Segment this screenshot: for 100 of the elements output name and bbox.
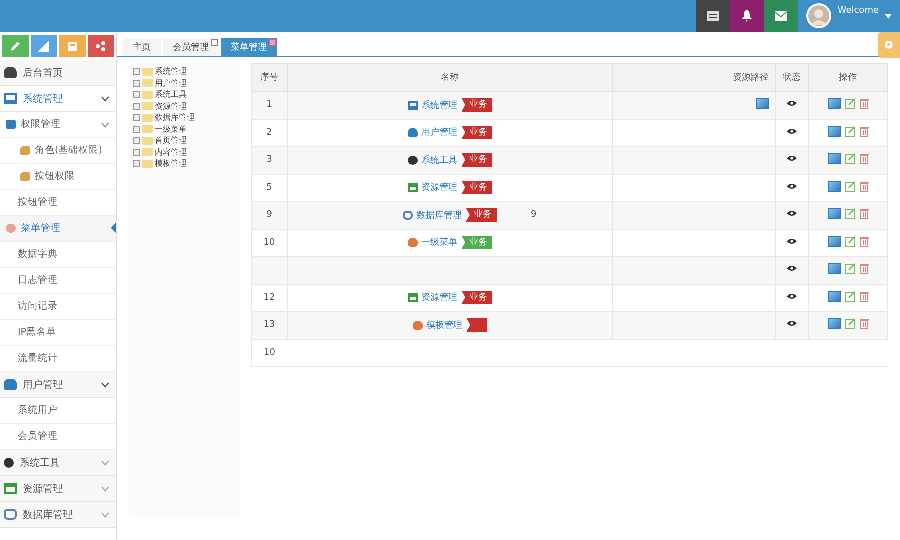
tree-node[interactable]: 首页管理 — [155, 135, 187, 146]
close-icon[interactable] — [211, 39, 218, 46]
edit-icon[interactable] — [844, 126, 856, 137]
sidebar-item[interactable]: 系统工具 — [0, 450, 116, 476]
tab[interactable]: 会员管理 — [163, 38, 219, 56]
sidebar-item[interactable]: 数据库管理 — [0, 502, 116, 528]
folder-icon — [142, 160, 153, 168]
ribbon-tag: 业务 — [462, 98, 492, 112]
edit-icon[interactable] — [844, 98, 856, 110]
card-icon — [408, 293, 418, 302]
menu-name[interactable]: 资源管理 — [422, 291, 458, 304]
chart-icon — [38, 40, 50, 52]
tree-node[interactable]: 资源管理 — [155, 100, 187, 112]
menu-name[interactable]: 模板管理 — [426, 318, 462, 332]
tree-node[interactable]: 模板管理 — [155, 158, 187, 170]
share-shortcut[interactable] — [88, 35, 114, 57]
trash-icon[interactable] — [860, 98, 868, 110]
pencil-shortcut[interactable] — [2, 35, 28, 57]
image-icon[interactable] — [828, 180, 840, 192]
trash-icon[interactable] — [860, 180, 868, 192]
bell-icon — [740, 10, 753, 22]
eye-icon[interactable] — [787, 238, 797, 245]
image-icon[interactable] — [828, 98, 840, 110]
image-icon[interactable] — [828, 290, 840, 302]
edit-icon[interactable] — [844, 208, 856, 220]
tab[interactable]: 主页 — [123, 38, 161, 56]
close-icon[interactable] — [269, 39, 276, 46]
settings-button[interactable] — [878, 32, 900, 58]
edit-icon[interactable] — [844, 263, 856, 274]
menu-name[interactable]: 资源管理 — [422, 181, 458, 194]
envelope-icon — [774, 11, 787, 21]
eye-icon[interactable] — [787, 320, 797, 328]
sidebar-item[interactable]: 用户管理 — [0, 372, 116, 398]
tree-node[interactable]: 系统工具 — [155, 89, 187, 100]
eye-icon[interactable] — [787, 128, 797, 135]
eye-icon[interactable] — [787, 155, 797, 162]
sidebar-item[interactable]: 资源管理 — [0, 476, 116, 502]
edit-icon[interactable] — [844, 153, 856, 164]
image-icon[interactable] — [828, 153, 840, 164]
eye-icon[interactable] — [787, 100, 797, 108]
tree-node[interactable]: 系统管理 — [155, 66, 187, 78]
trash-icon[interactable] — [860, 126, 868, 137]
folder-icon — [142, 114, 153, 122]
trash-icon[interactable] — [860, 208, 868, 220]
tab[interactable]: 菜单管理 — [221, 38, 277, 56]
save-shortcut[interactable] — [59, 35, 86, 57]
tree-node[interactable]: 一级菜单 — [155, 124, 187, 135]
edit-icon[interactable] — [844, 180, 856, 192]
card-icon — [408, 183, 418, 192]
list-icon — [706, 11, 719, 21]
menu-name[interactable]: 数据库管理 — [417, 208, 462, 222]
trash-icon[interactable] — [860, 236, 868, 247]
menu-name[interactable]: 用户管理 — [422, 126, 458, 139]
column-header: 状态 — [776, 64, 808, 92]
ribbon-tag: 业务 — [462, 126, 492, 140]
caret-icon — [885, 14, 892, 18]
share-icon — [95, 40, 106, 52]
eye-icon[interactable] — [787, 265, 797, 272]
table-cell: 13 — [252, 312, 288, 339]
eye-icon[interactable] — [787, 210, 797, 218]
ribbon-tag: 业务 — [462, 290, 492, 304]
image-icon[interactable] — [828, 126, 840, 137]
ribbon-tag: 业务 — [466, 208, 497, 222]
trash-icon[interactable] — [860, 263, 868, 274]
trash-icon[interactable] — [860, 318, 868, 330]
tree-node[interactable]: 内容管理 — [155, 146, 187, 158]
eye-icon[interactable] — [787, 292, 797, 300]
folder-icon — [142, 79, 153, 88]
tree-node[interactable]: 用户管理 — [155, 78, 187, 89]
messages-button[interactable] — [696, 0, 730, 32]
image-icon[interactable] — [828, 263, 840, 274]
image-icon[interactable] — [828, 318, 840, 330]
menu-name[interactable]: 一级菜单 — [422, 236, 458, 249]
tree-node[interactable]: 数据库管理 — [155, 112, 195, 124]
edit-icon[interactable] — [844, 236, 856, 247]
eye-icon[interactable] — [787, 182, 797, 190]
column-header: 名称 — [288, 64, 612, 92]
mail-button[interactable] — [764, 0, 798, 32]
column-header: 序号 — [252, 64, 288, 92]
column-header: 操作 — [808, 64, 888, 92]
monitor-icon — [408, 100, 418, 110]
edit-icon[interactable] — [844, 290, 856, 302]
user-menu[interactable]: Welcome — [798, 0, 900, 32]
trash-icon[interactable] — [860, 153, 868, 164]
image-icon[interactable] — [828, 236, 840, 247]
trash-icon[interactable] — [860, 290, 868, 302]
table-cell: 9 — [531, 210, 537, 220]
image-icon[interactable] — [756, 98, 769, 110]
edit-icon[interactable] — [844, 318, 856, 330]
table-cell: 3 — [252, 146, 288, 174]
image-icon[interactable] — [828, 208, 840, 220]
menu-name[interactable]: 系统管理 — [422, 98, 458, 112]
notifications-button[interactable] — [730, 0, 764, 32]
sidebar-item[interactable]: 后台首页 — [0, 60, 116, 86]
active-pointer — [111, 222, 116, 234]
menu-name[interactable]: 系统工具 — [422, 154, 458, 166]
ribbon-tag: 业务 — [462, 153, 492, 167]
sidebar-subitem[interactable]: 菜单管理 — [0, 216, 116, 242]
folder-icon — [142, 68, 153, 76]
chart-shortcut[interactable] — [30, 35, 57, 57]
